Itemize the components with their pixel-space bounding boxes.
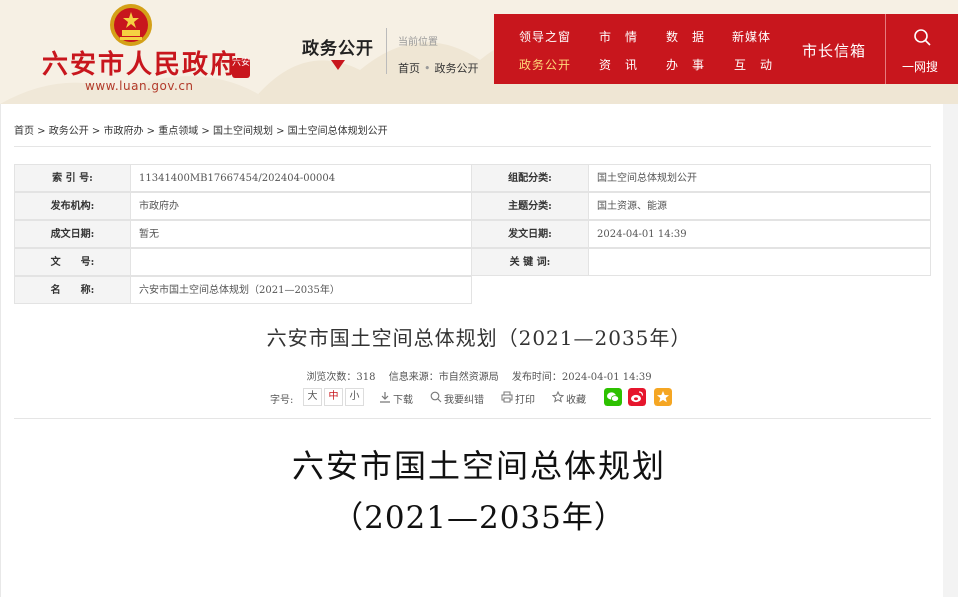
meta-row: 成文日期: 暂无 发文日期: 2024-04-01 14:39 [14, 220, 931, 248]
nav-item-data[interactable]: 数 据 [666, 28, 705, 45]
report-error-button[interactable]: 我要纠错 [444, 391, 484, 406]
site-name[interactable]: 六安市人民政府 [42, 44, 238, 81]
meta-value: 国土资源、能源 [588, 192, 931, 220]
star-icon [552, 391, 564, 403]
triangle-down-icon [331, 60, 345, 70]
document-title-line1: 六安市国土空间总体规划 [291, 447, 666, 485]
nav-item-interaction[interactable]: 互 动 [734, 56, 773, 73]
nav-item-services[interactable]: 办 事 [666, 56, 705, 73]
meta-label: 关 键 词: [471, 248, 589, 276]
meta-label: 发文日期: [471, 220, 589, 248]
meta-value: 11341400MB17667454/202404-00004 [130, 164, 472, 192]
weibo-share-icon[interactable] [628, 388, 646, 406]
meta-value [130, 248, 472, 276]
download-icon [380, 392, 390, 403]
separator-dot: • [424, 62, 431, 75]
site-search-button[interactable]: 一网搜 [886, 14, 958, 84]
article-title: 六安市国土空间总体规划（2021—2035年） [266, 326, 692, 350]
meta-value: 2024-04-01 14:39 [588, 220, 931, 248]
nav-item-gov-affairs[interactable]: 政务公开 [519, 56, 571, 73]
divider [386, 28, 387, 74]
site-url[interactable]: www.luan.gov.cn [85, 79, 194, 93]
mayor-mailbox-link[interactable]: 市长信箱 [802, 40, 866, 61]
site-header: 六安市人民政府 六安 www.luan.gov.cn 政务公开 当前位置 首页 •… [0, 0, 958, 104]
print-button[interactable]: 打印 [515, 391, 535, 406]
meta-value: 暂无 [130, 220, 472, 248]
font-size-label: 字号: [270, 395, 294, 406]
location-home-link[interactable]: 首页 [398, 62, 420, 75]
font-size-medium-button[interactable]: 中 [324, 388, 343, 406]
breadcrumb[interactable]: 首页 > 政务公开 > 市政府办 > 重点领域 > 国土空间规划 > 国土空间总… [14, 122, 388, 137]
meta-value: 国土空间总体规划公开 [588, 164, 931, 192]
search-icon [914, 29, 931, 46]
location-label: 当前位置 [398, 37, 438, 48]
location-current-link[interactable]: 政务公开 [435, 62, 479, 75]
meta-row: 文 号: 关 键 词: [14, 248, 931, 276]
magnifier-icon [430, 391, 442, 403]
nav-item-city-info[interactable]: 市 情 [599, 28, 638, 45]
font-size-large-button[interactable]: 大 [303, 388, 322, 406]
article-info: 浏览次数：318 信息来源：市自然资源局 发布时间：2024-04-01 14:… [0, 368, 958, 383]
font-size-small-button[interactable]: 小 [345, 388, 364, 406]
meta-label: 主题分类: [471, 192, 589, 220]
document-title-line2: （2021—2035年） [332, 500, 626, 536]
nav-item-leaders[interactable]: 领导之窗 [519, 28, 571, 45]
meta-row: 索 引 号: 11341400MB17667454/202404-00004 组… [14, 164, 931, 192]
search-label: 一网搜 [902, 60, 939, 74]
meta-label: 文 号: [14, 248, 131, 276]
meta-row: 名 称: 六安市国土空间总体规划（2021—2035年） [14, 276, 931, 304]
meta-value [588, 248, 931, 276]
publish-time: 发布时间：2024-04-01 14:39 [511, 372, 652, 383]
nav-item-new-media[interactable]: 新媒体 [732, 28, 771, 45]
seal-stamp: 六安 [232, 58, 250, 78]
meta-label: 索 引 号: [14, 164, 131, 192]
meta-value: 六安市国土空间总体规划（2021—2035年） [130, 276, 472, 304]
divider [14, 418, 931, 419]
national-emblem-icon [110, 4, 152, 46]
wechat-share-icon[interactable] [604, 388, 622, 406]
divider [14, 146, 931, 147]
nav-item-news[interactable]: 资 讯 [599, 56, 638, 73]
location-path: 首页 • 政务公开 [398, 60, 479, 76]
download-button[interactable]: 下载 [393, 391, 413, 406]
meta-label: 发布机构: [14, 192, 131, 220]
printer-icon [501, 391, 513, 403]
meta-label: 名 称: [14, 276, 131, 304]
meta-row: 发布机构: 市政府办 主题分类: 国土资源、能源 [14, 192, 931, 220]
qzone-share-icon[interactable] [654, 388, 672, 406]
section-title[interactable]: 政务公开 [302, 34, 374, 59]
info-source: 信息来源：市自然资源局 [388, 372, 499, 383]
favorite-button[interactable]: 收藏 [566, 391, 586, 406]
meta-value: 市政府办 [130, 192, 472, 220]
view-count: 浏览次数：318 [306, 372, 376, 383]
meta-label: 组配分类: [471, 164, 589, 192]
meta-label: 成文日期: [14, 220, 131, 248]
